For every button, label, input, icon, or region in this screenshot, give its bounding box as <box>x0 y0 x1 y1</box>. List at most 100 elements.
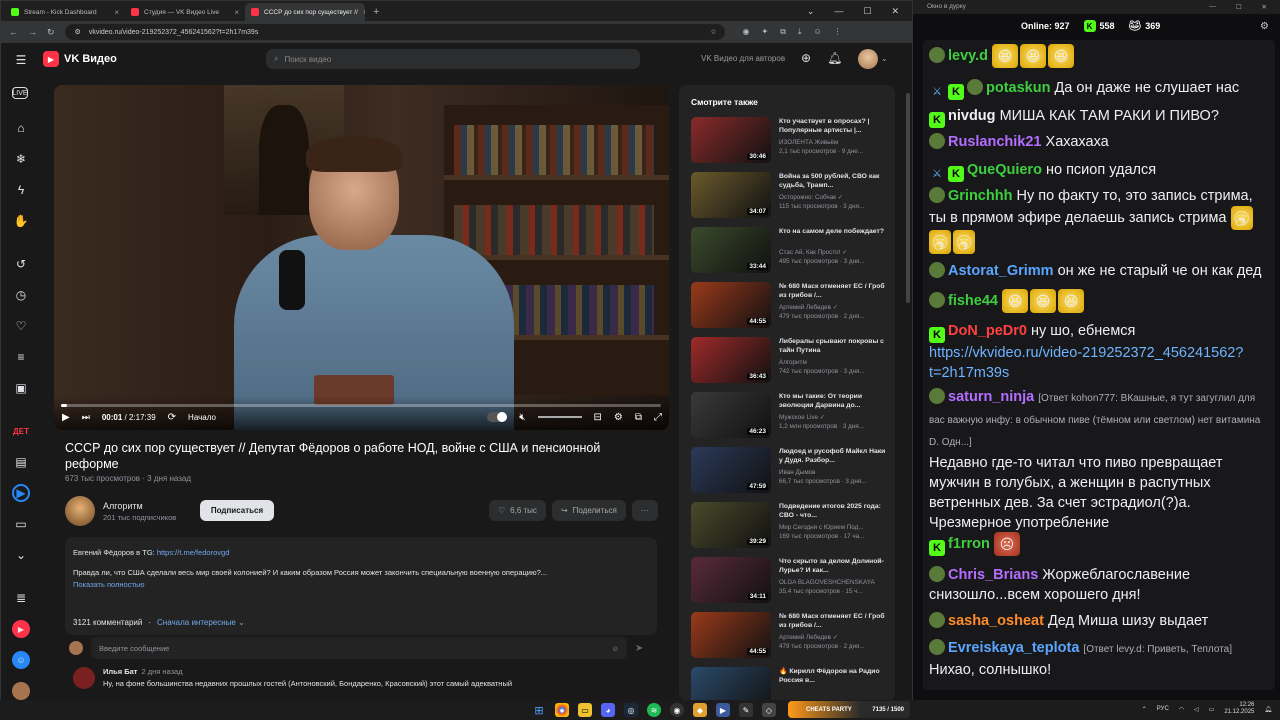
puzzle-icon[interactable]: ⧉ <box>780 27 786 37</box>
comment-author[interactable]: Илья Бат <box>103 667 137 676</box>
app-icon[interactable]: ◇ <box>762 703 776 717</box>
settings-icon[interactable]: ⚙ <box>614 412 623 423</box>
chevron-down-icon[interactable]: ⌄ <box>12 546 30 564</box>
chat-username[interactable]: levy.d <box>948 48 988 64</box>
video-player[interactable]: ▶ ⏭ 00:01 / 2:17:39 ⟳ Начало 🔇︎ ⊟ ⚙ ⧉ ⤢ <box>54 85 669 430</box>
telegram-link[interactable]: https://t.me/fedorovgd <box>157 548 230 557</box>
comment-avatar[interactable] <box>73 667 95 689</box>
rec-thumbnail[interactable]: 34:07 <box>691 172 771 218</box>
chat-username[interactable]: Astorat_Grimm <box>948 263 1054 279</box>
wifi-icon[interactable]: ◠ <box>1179 706 1184 713</box>
profile-icon[interactable]: ☺ <box>814 27 822 37</box>
spotify-icon[interactable]: ≋ <box>647 703 661 717</box>
rec-thumbnail[interactable]: 36:43 <box>691 337 771 383</box>
close-window-icon[interactable]: ✕ <box>1262 3 1267 14</box>
game-widget[interactable]: CHEATS PARTY 7135 / 1500 <box>788 701 910 718</box>
rec-item[interactable]: 🔥 Кирилл Фёдоров на Радио Россия в... <box>691 667 891 701</box>
discord-icon[interactable]: ◕ <box>601 703 615 717</box>
extension-icon[interactable]: ◉ <box>743 27 750 37</box>
rec-channel[interactable]: Артемий Лебедев ✓ <box>779 304 891 311</box>
app-icon[interactable]: ✎ <box>739 703 753 717</box>
rec-thumbnail[interactable]: 30:46 <box>691 117 771 163</box>
channel-info[interactable]: Алгоритм 201 тыс подписчиков <box>65 496 176 526</box>
chat-username[interactable]: saturn_ninja <box>948 389 1034 405</box>
download-icon[interactable]: ⤓ <box>798 27 802 37</box>
volume-slider[interactable] <box>537 416 582 418</box>
rec-title[interactable]: Кто мы такие: От теории эволюции Дарвина… <box>779 392 887 410</box>
rec-channel[interactable]: OLGA BLAGOVESHCHENSKAYA <box>779 579 891 586</box>
rec-thumbnail[interactable] <box>691 667 771 701</box>
address-bar[interactable]: ⚙ vkvideo.ru/video-219252372_456241562?t… <box>64 24 725 40</box>
emoji-icon[interactable]: ☺ <box>611 644 627 653</box>
rec-channel[interactable]: ИЗОЛЕНТА Живьём <box>779 139 891 146</box>
chat-username[interactable]: DoN_peDr0 <box>948 323 1027 339</box>
like-button[interactable]: ♡ 6,6 тыс <box>489 500 546 521</box>
rec-channel[interactable]: Мир Сегодня с Юрием Под... <box>779 524 891 531</box>
rec-item[interactable]: 46:23 Кто мы такие: От теории эволюции Да… <box>691 392 891 442</box>
show-more-link[interactable]: Показать полностью <box>73 579 649 591</box>
rec-channel[interactable]: Осторожно: Собчак ✓ <box>779 194 891 201</box>
user-icon[interactable]: ☺ <box>12 651 30 669</box>
battery-icon[interactable]: ▭ <box>1209 706 1215 713</box>
chapter-icon[interactable]: ⟳ <box>168 412 176 423</box>
history-icon[interactable]: ↺ <box>12 255 30 273</box>
chrome-icon[interactable]: ● <box>555 703 569 717</box>
vk-video-logo[interactable]: ▶ VK Видео <box>43 51 117 67</box>
send-icon[interactable]: ➤ <box>635 643 643 654</box>
maximize-icon[interactable]: ☐ <box>863 6 871 17</box>
chevron-down-icon[interactable]: ⌄ <box>881 54 888 63</box>
keyboard-lang[interactable]: РУС <box>1157 706 1169 712</box>
close-icon[interactable]: × <box>114 8 119 17</box>
rec-item[interactable]: 34:07 Война за 500 рублей, СВО как судьба… <box>691 172 891 222</box>
list-icon[interactable]: ≣ <box>12 589 30 607</box>
rec-thumbnail[interactable]: 33:44 <box>691 227 771 273</box>
bookmark-star-icon[interactable]: ☆ <box>710 28 724 36</box>
clock-icon[interactable]: ◷ <box>12 286 30 304</box>
chapter-label[interactable]: Начало <box>188 413 216 422</box>
chat-username[interactable]: Ruslanchik21 <box>948 134 1042 150</box>
app-icon[interactable]: ◆ <box>693 703 707 717</box>
rec-thumbnail[interactable]: 39:29 <box>691 502 771 548</box>
back-icon[interactable]: ← <box>9 27 18 37</box>
site-info-icon[interactable]: ⚙ <box>75 28 81 36</box>
rec-channel[interactable]: Стас Ай, Как Просто! ✓ <box>779 249 891 256</box>
reply-context[interactable]: [Ответ levy.d: Приветь, Теплота] <box>1083 644 1232 655</box>
chat-username[interactable]: nivdug <box>948 108 996 124</box>
rec-channel[interactable]: Артемий Лебедев ✓ <box>779 634 891 641</box>
rec-item[interactable]: 30:46 Кто участвует в опросах? | Популярн… <box>691 117 891 167</box>
my-videos-icon[interactable]: ▣ <box>12 379 30 397</box>
rec-channel[interactable]: Мужское Live ✓ <box>779 414 891 421</box>
tab-vk-studio[interactable]: Студия — VK Видео Live × <box>125 3 245 21</box>
tab-search-icon[interactable]: ⌄ <box>807 6 815 17</box>
fullscreen-icon[interactable]: ⤢ <box>654 412 662 423</box>
page-scrollbar[interactable] <box>906 93 910 303</box>
mute-icon[interactable]: 🔇︎ <box>519 412 525 423</box>
authors-link[interactable]: VK Видео для авторов <box>701 54 785 63</box>
lightning-icon[interactable]: ϟ <box>12 181 30 199</box>
chat-username[interactable]: Chris_Brians <box>948 567 1038 583</box>
rec-thumbnail[interactable]: 46:23 <box>691 392 771 438</box>
comments-sort[interactable]: Сначала интересные ⌄ <box>157 618 245 627</box>
rec-title[interactable]: Война за 500 рублей, СВО как судьба, Тра… <box>779 172 887 190</box>
tv-icon[interactable]: ▭ <box>12 515 30 533</box>
live-icon[interactable]: LIVE <box>12 87 28 99</box>
chat-username[interactable]: sasha_osheat <box>948 613 1044 629</box>
rec-title[interactable]: Либералы срывают покровы с тайн Путина <box>779 337 887 355</box>
minimize-icon[interactable]: — <box>834 6 843 16</box>
settings-icon[interactable]: ⚙ <box>1260 21 1280 32</box>
windows-start-icon[interactable]: ⊞ <box>532 703 546 717</box>
autoplay-toggle[interactable] <box>487 412 508 422</box>
channel-avatar-icon[interactable] <box>12 682 30 700</box>
notifications-icon[interactable]: 🔔︎ <box>1264 706 1272 713</box>
chat-username[interactable]: Evreiskaya_teplota <box>948 640 1079 656</box>
hamburger-icon[interactable]: ☰ <box>12 51 30 69</box>
chat-username[interactable]: QueQuiero <box>967 162 1042 178</box>
rec-thumbnail[interactable]: 47:59 <box>691 447 771 493</box>
channel-name[interactable]: Алгоритм <box>103 501 176 511</box>
subscribe-button[interactable]: Подписаться <box>200 500 274 521</box>
upload-icon[interactable]: ⊕ <box>801 51 811 65</box>
chat-messages[interactable]: levy.d 😆︎ 😆︎ 😆︎ ⚔ Kpotaskun Да он даже не сл… <box>923 40 1275 690</box>
playlist-icon[interactable]: ≡ <box>12 348 30 366</box>
rec-title[interactable]: 🔥 Кирилл Фёдоров на Радио Россия в... <box>779 667 887 685</box>
rec-item[interactable]: 44:55 № 680 Маск отменяет ЕС / Гроб из гр… <box>691 282 891 332</box>
